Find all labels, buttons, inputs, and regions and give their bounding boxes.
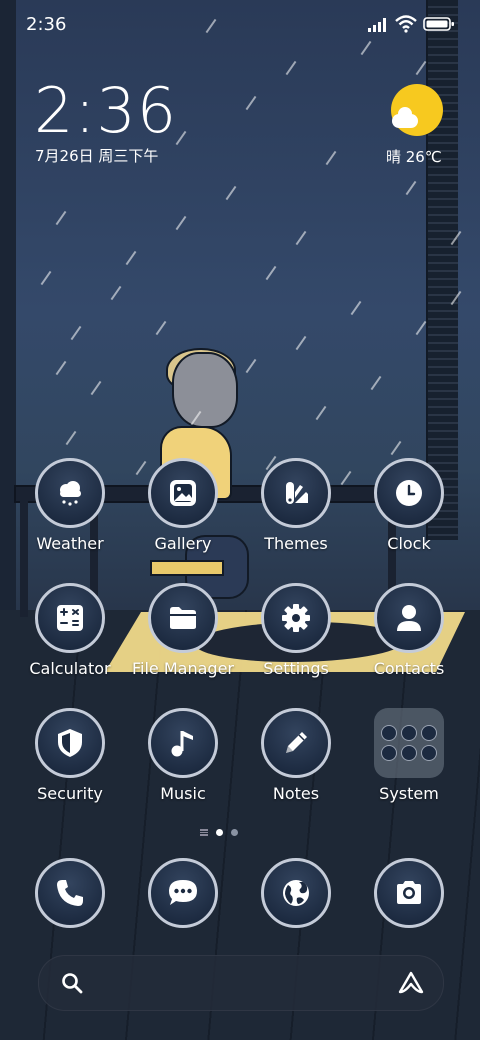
app-clock[interactable]: Clock [354,458,464,553]
assistant-icon[interactable] [397,970,425,996]
rain-streak [40,270,52,286]
rain-streak [315,405,327,421]
search-icon [62,973,83,994]
status-time: 2:36 [26,14,67,35]
folder-icon[interactable] [148,583,218,653]
rain-streak [350,300,362,316]
message-icon[interactable] [148,858,218,928]
rain-streak [390,440,402,456]
clock-icon[interactable] [374,458,444,528]
app-label: Notes [272,784,320,803]
rain-streak [175,215,187,231]
app-label: Contacts [373,659,445,678]
search-bar[interactable] [38,955,444,1011]
dock-item[interactable] [15,858,125,928]
app-calculator[interactable]: Calculator [15,583,125,678]
app-label: Clock [387,534,431,553]
calculator-icon[interactable] [35,583,105,653]
home-screen: 2:36 2:36 7月26日 周三下午 晴 26℃ Weather Galler… [0,0,480,1040]
gear-icon[interactable] [261,583,331,653]
rain-streak [415,60,427,76]
rain-streak [55,360,67,376]
app-label: Music [160,784,206,803]
app-label: Weather [36,534,104,553]
folder-mini-app-icon [401,745,417,761]
rain-streak [245,95,257,111]
pencil-icon[interactable] [261,708,331,778]
app-label: File Manager [132,659,234,678]
music-note-icon[interactable] [148,708,218,778]
rain-streak [225,185,237,201]
app-label: Calculator [29,659,111,678]
folder-mini-app-icon [421,745,437,761]
contact-icon[interactable] [374,583,444,653]
weather-icon[interactable] [35,458,105,528]
page-indicator[interactable] [200,829,238,836]
app-file-manager[interactable]: File Manager [128,583,238,678]
rain-streak [245,358,257,374]
camera-icon[interactable] [374,858,444,928]
folder-mini-app-icon [381,725,397,741]
cellular-signal-icon [368,18,386,32]
page-dot [216,829,223,836]
rain-streak [110,285,122,301]
rain-streak [155,320,167,336]
app-settings[interactable]: Settings [241,583,351,678]
wifi-icon [395,15,417,33]
rain-streak [295,230,307,246]
rain-streak [90,380,102,396]
dock-item[interactable] [241,858,351,928]
app-gallery[interactable]: Gallery [128,458,238,553]
clock-widget-date: 7月26日 周三下午 [35,147,159,165]
dock-item[interactable] [354,858,464,928]
rain-streak [70,325,82,341]
folder-grid-icon[interactable] [374,708,444,778]
rain-streak [415,320,427,336]
page-dot [231,829,238,836]
app-music[interactable]: Music [128,708,238,803]
rain-streak [325,150,337,166]
dock-item[interactable] [128,858,238,928]
shield-icon[interactable] [35,708,105,778]
app-label: Security [37,784,103,803]
themes-icon[interactable] [261,458,331,528]
rain-streak [265,265,277,281]
folder-mini-app-icon [401,725,417,741]
battery-icon [423,17,454,31]
rain-streak [405,180,417,196]
rain-streak [295,335,307,351]
gallery-icon[interactable] [148,458,218,528]
app-weather[interactable]: Weather [15,458,125,553]
app-system[interactable]: System [354,708,464,803]
wallpaper-person-head [172,352,238,428]
wallpaper-chair [150,560,224,576]
wallpaper-wall [0,0,16,620]
weather-widget-temp: 晴 26℃ [386,148,442,166]
app-contacts[interactable]: Contacts [354,583,464,678]
rain-streak [285,60,297,76]
rain-streak [125,250,137,266]
rain-streak [55,210,67,226]
cloud-icon [392,107,418,128]
app-label: Themes [264,534,328,553]
status-bar: 2:36 [0,0,480,52]
app-label: Settings [263,659,329,678]
phone-icon[interactable] [35,858,105,928]
app-notes[interactable]: Notes [241,708,351,803]
app-drawer-indicator-icon [200,829,208,836]
folder-mini-app-icon [381,745,397,761]
app-label: System [379,784,439,803]
app-security[interactable]: Security [15,708,125,803]
app-themes[interactable]: Themes [241,458,351,553]
clock-widget-time[interactable]: 2:36 [34,74,177,147]
app-label: Gallery [154,534,212,553]
browser-globe-icon[interactable] [261,858,331,928]
folder-mini-app-icon [421,725,437,741]
rain-streak [65,430,77,446]
rain-streak [370,375,382,391]
